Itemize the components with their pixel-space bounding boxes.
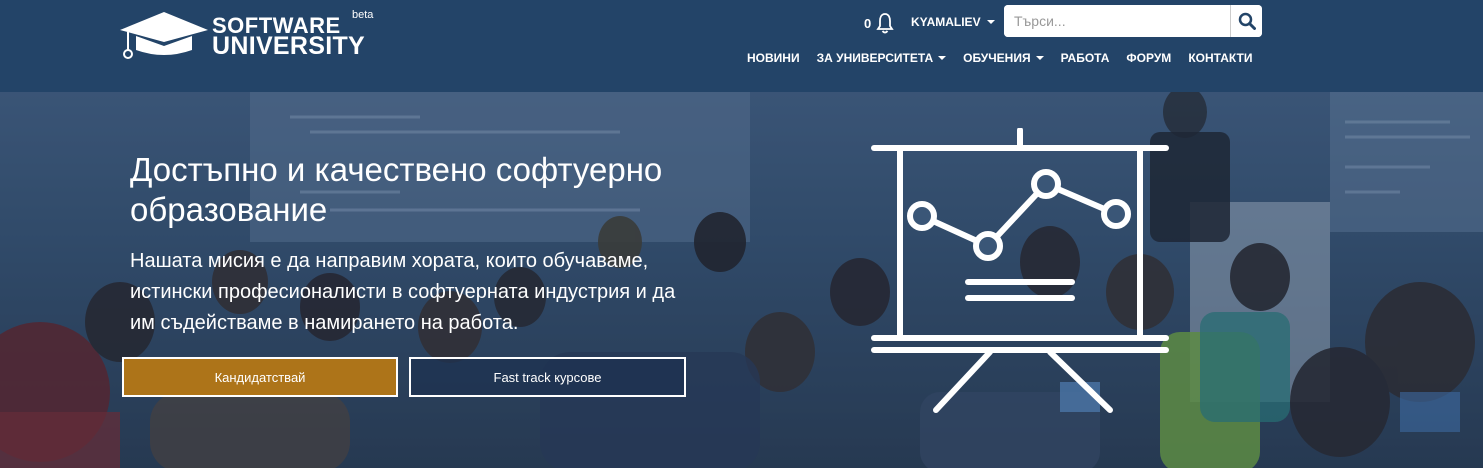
nav-item-label: ФОРУМ <box>1126 51 1172 65</box>
nav-item-jobs[interactable]: РАБОТА <box>1061 51 1110 65</box>
presentation-chart-icon <box>871 128 1169 413</box>
hero-description: Нашата мисия е да направим хората, които… <box>130 250 676 334</box>
nav-item-contacts[interactable]: КОНТАКТИ <box>1188 51 1252 65</box>
nav-item-about[interactable]: ЗА УНИВЕРСИТЕТА <box>817 51 947 65</box>
nav-item-forum[interactable]: ФОРУМ <box>1126 51 1171 65</box>
site-header: SOFTWARE UNIVERSITY beta 0 KYAMALIEV НОВ… <box>0 0 1483 92</box>
hero-title: Достъпно и качествено софтуерно образова… <box>130 151 663 228</box>
notification-count[interactable]: 0 <box>864 16 871 31</box>
chevron-down-icon <box>1035 56 1044 60</box>
nav-item-label: ОБУЧЕНИЯ <box>963 51 1031 65</box>
search-button[interactable] <box>1230 5 1262 37</box>
nav-item-trainings[interactable]: ОБУЧЕНИЯ <box>963 51 1044 65</box>
chevron-down-icon <box>986 20 995 24</box>
beta-badge: beta <box>352 9 374 21</box>
search-input[interactable] <box>1004 5 1230 37</box>
hero-section: Достъпно и качествено софтуерно образова… <box>0 92 1483 468</box>
nav-item-label: РАБОТА <box>1060 51 1110 65</box>
fast-track-courses-button[interactable]: Fast track курсове <box>409 357 686 397</box>
nav-item-label: КОНТАКТИ <box>1188 51 1253 65</box>
graduation-cap-icon <box>120 12 208 59</box>
logo-text: SOFTWARE UNIVERSITY <box>212 15 366 60</box>
main-nav: НОВИНИ ЗА УНИВЕРСИТЕТА ОБУЧЕНИЯ РАБОТА Ф… <box>747 51 1252 65</box>
apply-button[interactable]: Кандидатствай <box>122 357 398 397</box>
logo[interactable]: SOFTWARE UNIVERSITY beta <box>120 6 380 66</box>
username: KYAMALIEV <box>911 15 981 29</box>
nav-item-news[interactable]: НОВИНИ <box>747 51 800 65</box>
logo-line-2: UNIVERSITY <box>212 32 366 60</box>
chevron-down-icon <box>938 56 947 60</box>
search-box <box>1004 5 1262 37</box>
nav-item-label: ЗА УНИВЕРСИТЕТА <box>816 51 934 65</box>
nav-item-label: НОВИНИ <box>747 51 800 65</box>
search-icon <box>1238 12 1256 30</box>
bell-icon[interactable] <box>876 12 894 34</box>
user-menu[interactable]: KYAMALIEV <box>911 15 995 29</box>
